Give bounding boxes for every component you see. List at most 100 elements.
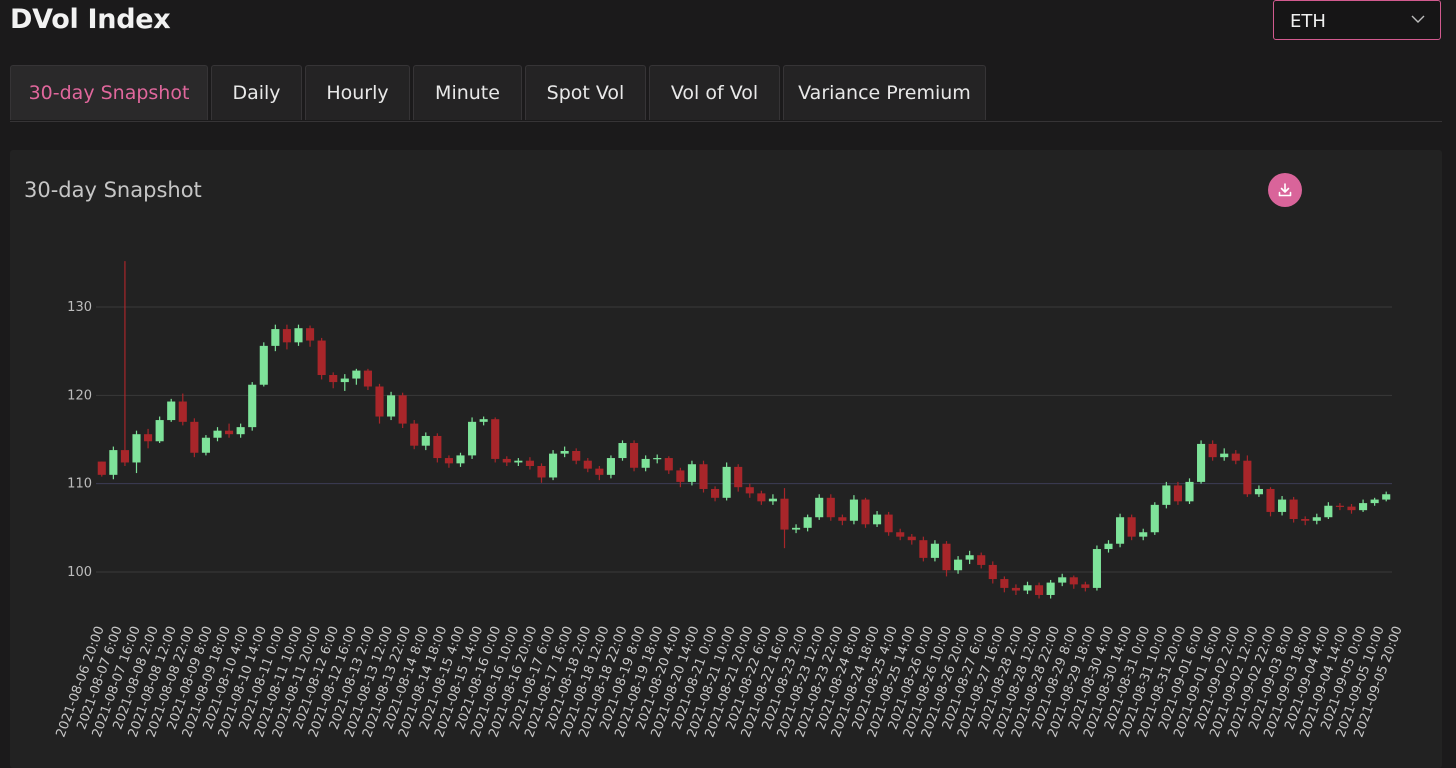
candle-body bbox=[178, 401, 187, 422]
candle-body bbox=[676, 470, 685, 482]
y-tick-label: 120 bbox=[67, 388, 92, 403]
candle-body bbox=[1312, 517, 1321, 521]
candle-body bbox=[930, 543, 939, 558]
candle-body bbox=[525, 460, 534, 466]
candle-body bbox=[468, 421, 477, 456]
candle-body bbox=[630, 443, 639, 468]
candle-body bbox=[375, 386, 384, 417]
tab-hourly[interactable]: Hourly bbox=[305, 65, 410, 120]
asset-select-value: ETH bbox=[1290, 11, 1326, 32]
candle-body bbox=[549, 453, 558, 478]
candle-body bbox=[1023, 585, 1032, 591]
candle-body bbox=[97, 461, 106, 475]
candle-body bbox=[803, 517, 812, 528]
chart-panel: 30-day Snapshot 100 110 120 130 2021-08-06 2… bbox=[10, 150, 1442, 768]
candle-body bbox=[722, 466, 731, 498]
candle-body bbox=[745, 487, 754, 494]
candle-body bbox=[1347, 506, 1356, 511]
candle-body bbox=[954, 559, 963, 571]
candle-body bbox=[1104, 543, 1113, 550]
candle-body bbox=[1035, 585, 1044, 595]
candle-body bbox=[259, 345, 268, 385]
candle-body bbox=[711, 488, 720, 498]
candle-body bbox=[340, 378, 349, 383]
candle-body bbox=[988, 564, 997, 580]
candle-body bbox=[352, 370, 361, 379]
candle-body bbox=[236, 427, 245, 435]
candle-body bbox=[1324, 505, 1333, 518]
candle-body bbox=[873, 514, 882, 525]
candle-body bbox=[641, 458, 650, 468]
candle-body bbox=[1173, 485, 1182, 502]
tab-daily[interactable]: Daily bbox=[211, 65, 302, 120]
candle-body bbox=[282, 329, 291, 343]
candle-body bbox=[1058, 577, 1067, 583]
candle-body bbox=[1266, 488, 1275, 512]
candle-body bbox=[1185, 481, 1194, 502]
y-tick-label: 130 bbox=[67, 300, 92, 315]
tab-vol-of-vol[interactable]: Vol of Vol bbox=[649, 65, 780, 120]
candle-body bbox=[896, 532, 905, 537]
candle-body bbox=[919, 540, 928, 558]
tab-spot-vol[interactable]: Spot Vol bbox=[525, 65, 646, 120]
candle-body bbox=[1127, 517, 1136, 537]
candle-body bbox=[109, 450, 118, 475]
candle-body bbox=[792, 527, 801, 530]
candle-body bbox=[294, 328, 303, 343]
candle-body bbox=[514, 460, 523, 463]
candle-body bbox=[595, 468, 604, 475]
candle-body bbox=[132, 434, 141, 463]
candle-body bbox=[1081, 584, 1090, 588]
candle-body bbox=[120, 450, 129, 463]
tab-variance-premium[interactable]: Variance Premium bbox=[783, 65, 986, 120]
candle-body bbox=[1092, 549, 1101, 588]
candle-body bbox=[421, 435, 430, 446]
candle-body bbox=[248, 384, 257, 428]
candle-body bbox=[144, 434, 153, 442]
candle-body bbox=[456, 455, 465, 464]
page-title: DVol Index bbox=[10, 4, 171, 35]
candle-body bbox=[1220, 453, 1229, 458]
candle-body bbox=[734, 466, 743, 488]
candle-body bbox=[201, 437, 210, 453]
asset-select[interactable]: ETH bbox=[1273, 0, 1441, 40]
candle-body bbox=[1359, 503, 1368, 511]
candle-body bbox=[583, 460, 592, 469]
candle-body bbox=[1162, 485, 1171, 505]
candle-body bbox=[317, 340, 326, 376]
candle-body bbox=[942, 543, 951, 571]
tab-minute[interactable]: Minute bbox=[413, 65, 522, 120]
candle-body bbox=[1231, 453, 1240, 461]
candle-body bbox=[1139, 532, 1148, 537]
candle-body bbox=[190, 421, 199, 453]
y-tick-label: 100 bbox=[67, 565, 92, 580]
candle-body bbox=[1011, 587, 1020, 591]
candle-body bbox=[1301, 519, 1310, 521]
candle-body bbox=[965, 555, 974, 560]
candle-body bbox=[687, 464, 696, 482]
candle-body bbox=[757, 493, 766, 502]
candle-body bbox=[1069, 577, 1078, 585]
candle-body bbox=[1197, 443, 1206, 482]
candle-body bbox=[838, 517, 847, 521]
candle-body bbox=[1243, 460, 1252, 495]
chevron-down-icon bbox=[1411, 15, 1425, 23]
candle-body bbox=[1208, 443, 1217, 458]
candle-body bbox=[826, 497, 835, 518]
candle-body bbox=[491, 419, 500, 459]
candle-body bbox=[606, 458, 615, 475]
candle-body bbox=[329, 375, 338, 383]
y-tick-label: 110 bbox=[67, 477, 92, 492]
candle-body bbox=[1116, 517, 1125, 544]
candle-body bbox=[502, 458, 511, 463]
candle-body bbox=[780, 498, 789, 530]
candle-body bbox=[387, 395, 396, 417]
candle-body bbox=[1289, 499, 1298, 519]
candle-body bbox=[444, 458, 453, 464]
candle-body bbox=[572, 450, 581, 461]
tab-30-day-snapshot[interactable]: 30-day Snapshot bbox=[10, 65, 208, 120]
candle-body bbox=[479, 419, 488, 422]
candle-body bbox=[167, 401, 176, 421]
candle-body bbox=[363, 370, 372, 387]
candle-body bbox=[271, 329, 280, 346]
